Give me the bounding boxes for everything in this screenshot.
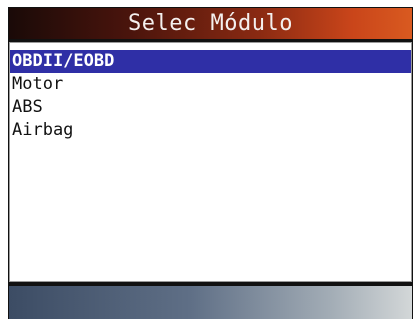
menu-item-airbag[interactable]: Airbag [10,119,411,142]
menu-item-motor[interactable]: Motor [10,73,411,96]
menu-item-obdii-eobd[interactable]: OBDII/EOBD [10,50,411,73]
module-menu: OBDII/EOBD Motor ABS Airbag [9,42,412,282]
status-bar [9,286,412,319]
screen-title: Selec Módulo [9,8,412,39]
module-list: OBDII/EOBD Motor ABS Airbag [10,43,411,142]
menu-item-abs[interactable]: ABS [10,96,411,119]
device-screen: Selec Módulo OBDII/EOBD Motor ABS Airbag [8,7,413,319]
